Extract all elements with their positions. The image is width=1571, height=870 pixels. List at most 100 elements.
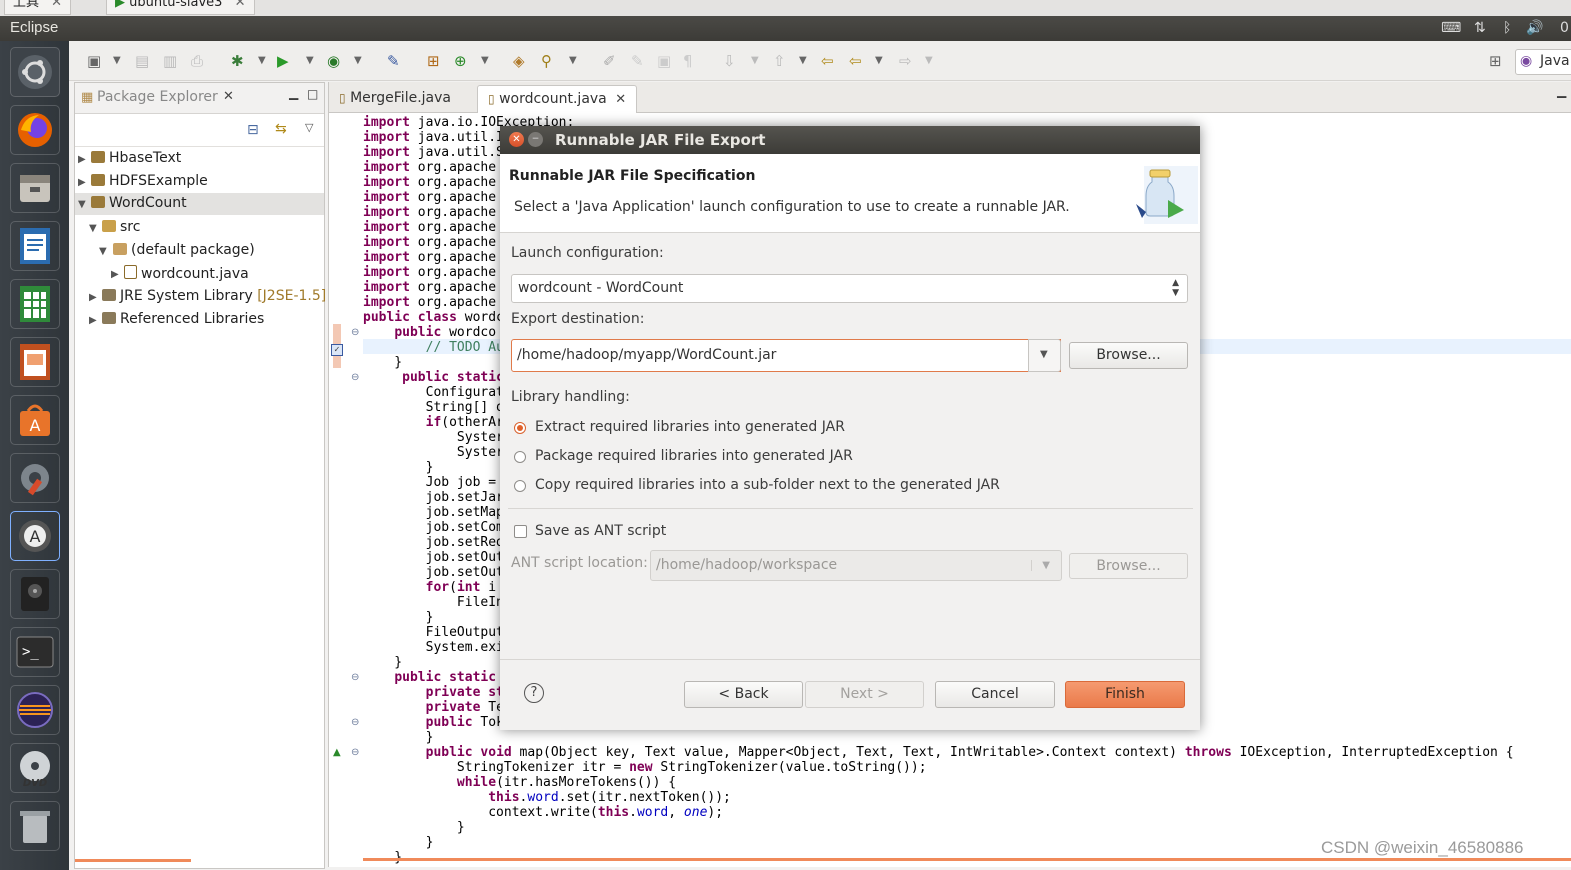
chevron-right-icon[interactable]: ▶ xyxy=(78,154,86,165)
keyboard-icon[interactable]: ⌨ xyxy=(1441,20,1461,36)
chevron-down-icon[interactable]: ▼ xyxy=(78,199,86,210)
clock[interactable]: 0 xyxy=(1560,20,1569,36)
fold-icon[interactable]: ⊖ xyxy=(351,372,359,383)
ant-browse-button[interactable]: Browse... xyxy=(1069,553,1188,579)
mark-occurrences-icon[interactable]: ✎ xyxy=(631,52,644,70)
chevron-right-icon[interactable]: ▶ xyxy=(89,315,97,326)
dvd-icon[interactable]: DVD xyxy=(10,743,60,793)
fold-icon[interactable]: ⊖ xyxy=(351,747,359,758)
help-icon[interactable]: ? xyxy=(524,683,544,703)
radio-package[interactable] xyxy=(514,451,526,463)
chevron-down-icon[interactable]: ▼ xyxy=(569,55,577,66)
writer-icon[interactable] xyxy=(10,221,60,271)
last-edit-icon[interactable]: ⇦ xyxy=(821,52,834,70)
forward-icon[interactable]: ⇨ xyxy=(899,52,912,70)
chevron-down-icon[interactable]: ▼ xyxy=(113,55,121,66)
host-tab-2[interactable]: ▶ ubuntu-slave3 ✕ xyxy=(106,0,255,15)
print-icon[interactable]: ⎙ xyxy=(191,52,203,70)
fold-icon[interactable]: ⊖ xyxy=(351,327,359,338)
back-button[interactable]: < Back xyxy=(684,681,803,708)
launch-config-select[interactable]: wordcount - WordCount ▲ ▼ xyxy=(511,274,1188,303)
run-external-icon[interactable]: ◉ xyxy=(327,52,340,70)
block-selection-icon[interactable]: ▣ xyxy=(657,52,671,70)
save-icon[interactable]: ▤ xyxy=(135,52,149,70)
tab-wordcount[interactable]: ▯ wordcount.java ✕ xyxy=(477,85,638,113)
open-perspective-icon[interactable]: ⊞ xyxy=(1489,52,1502,70)
chevron-down-icon[interactable]: ▼ xyxy=(354,55,362,66)
chevron-down-icon[interactable]: ▼ xyxy=(875,55,883,66)
radio-copy[interactable] xyxy=(514,480,526,492)
software-center-icon[interactable]: A xyxy=(10,395,60,445)
chevron-down-icon[interactable]: ▼ xyxy=(925,55,933,66)
updater-icon[interactable]: A xyxy=(10,511,60,561)
new-class-icon[interactable]: ⊕ xyxy=(454,52,467,70)
save-ant-checkbox[interactable] xyxy=(514,525,527,538)
close-window-icon[interactable]: ✕ xyxy=(509,132,524,147)
trash-icon[interactable] xyxy=(10,801,60,851)
fold-icon[interactable]: ⊖ xyxy=(351,672,359,683)
radio-extract[interactable] xyxy=(514,422,526,434)
chevron-right-icon[interactable]: ▶ xyxy=(111,269,119,280)
new-package-icon[interactable]: ⊞ xyxy=(427,52,440,70)
prev-annotation-icon[interactable]: ⇧ xyxy=(773,52,786,70)
minimize-window-icon[interactable]: − xyxy=(528,132,543,147)
back-icon[interactable]: ⇦ xyxy=(849,52,862,70)
minimize-icon[interactable]: ▁ xyxy=(1557,84,1566,98)
toggle-annotation-icon[interactable]: ✐ xyxy=(603,52,616,70)
open-type-icon[interactable]: ◈ xyxy=(513,52,525,70)
chevron-right-icon[interactable]: ▶ xyxy=(89,292,97,303)
skip-breakpoints-icon[interactable]: ✎ xyxy=(387,52,400,70)
close-icon[interactable]: ✕ xyxy=(615,92,626,107)
new-icon[interactable]: ▣ xyxy=(87,52,101,70)
close-icon[interactable]: ✕ xyxy=(51,0,62,10)
eclipse-icon[interactable] xyxy=(10,685,60,735)
drive-icon[interactable] xyxy=(10,569,60,619)
calc-icon[interactable] xyxy=(10,279,60,329)
svg-text:DVD: DVD xyxy=(23,778,47,788)
host-tab-1[interactable]: 上具 ✕ xyxy=(4,0,72,15)
minimize-icon[interactable]: ▁ xyxy=(289,86,298,100)
maximize-icon[interactable]: □ xyxy=(307,87,318,101)
files-icon[interactable] xyxy=(10,163,60,213)
chevron-down-icon[interactable]: ▼ xyxy=(751,55,759,66)
close-icon[interactable]: ✕ xyxy=(223,89,234,104)
save-all-icon[interactable]: ▥ xyxy=(163,52,177,70)
task-marker-icon[interactable]: ✓ xyxy=(331,344,343,356)
package-explorer-title[interactable]: Package Explorer xyxy=(97,89,218,105)
next-button[interactable]: Next > xyxy=(805,681,924,708)
network-icon[interactable]: ⇅ xyxy=(1474,20,1486,36)
ant-location-input[interactable]: /home/hadoop/workspace ▼ xyxy=(650,550,1062,581)
export-destination-dropdown[interactable]: ▼ xyxy=(1028,339,1061,372)
next-annotation-icon[interactable]: ⇩ xyxy=(723,52,736,70)
run-icon[interactable]: ▶ xyxy=(277,52,289,70)
chevron-right-icon[interactable]: ▶ xyxy=(78,177,86,188)
export-destination-input[interactable]: /home/hadoop/myapp/WordCount.jar xyxy=(511,339,1061,372)
finish-button[interactable]: Finish xyxy=(1065,681,1185,708)
fold-icon[interactable]: ⊖ xyxy=(351,717,359,728)
tab-mergefile[interactable]: ▯ MergeFile.java xyxy=(329,85,461,112)
volume-icon[interactable]: 🔊 xyxy=(1526,20,1543,36)
settings-icon[interactable] xyxy=(10,453,60,503)
view-menu-icon[interactable]: ▽ xyxy=(305,121,313,134)
perspective-java[interactable]: ◉ Java xyxy=(1515,49,1571,75)
debug-icon[interactable]: ✱ xyxy=(231,52,244,70)
collapse-all-icon[interactable]: ⊟ xyxy=(247,122,259,138)
bluetooth-icon[interactable]: ᛒ xyxy=(1503,20,1511,36)
chevron-down-icon[interactable]: ▼ xyxy=(799,55,807,66)
tree-item-wordcount[interactable]: ▼ WordCount xyxy=(75,193,324,215)
chevron-down-icon[interactable]: ▼ xyxy=(306,55,314,66)
terminal-icon[interactable]: >_ xyxy=(10,627,60,677)
show-whitespace-icon[interactable]: ¶ xyxy=(683,52,693,70)
chevron-down-icon[interactable]: ▼ xyxy=(258,55,266,66)
search-icon[interactable]: ⚲ xyxy=(541,52,552,70)
chevron-down-icon[interactable]: ▼ xyxy=(99,246,107,257)
impress-icon[interactable] xyxy=(10,337,60,387)
browse-button[interactable]: Browse... xyxy=(1069,342,1188,369)
chevron-down-icon[interactable]: ▼ xyxy=(89,223,97,234)
firefox-icon[interactable] xyxy=(10,105,60,155)
cancel-button[interactable]: Cancel xyxy=(935,681,1055,708)
ubuntu-home-icon[interactable] xyxy=(10,47,60,97)
link-editor-icon[interactable]: ⇆ xyxy=(275,121,287,137)
chevron-down-icon[interactable]: ▼ xyxy=(481,55,489,66)
close-icon[interactable]: ✕ xyxy=(235,0,246,10)
